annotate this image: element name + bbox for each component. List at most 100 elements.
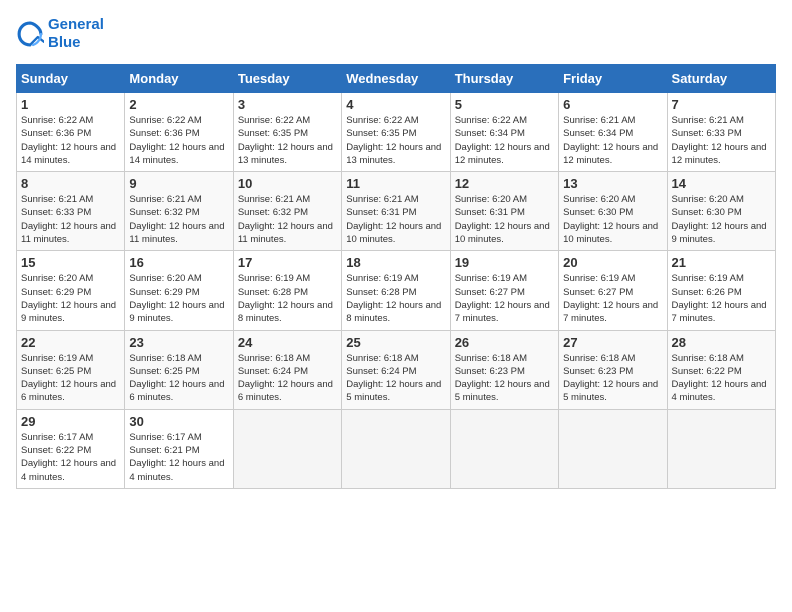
day-info: Sunrise: 6:20 AMSunset: 6:31 PMDaylight:… <box>455 194 550 245</box>
day-info: Sunrise: 6:22 AMSunset: 6:35 PMDaylight:… <box>238 115 333 166</box>
weekday-header-thursday: Thursday <box>450 65 558 93</box>
day-info: Sunrise: 6:22 AMSunset: 6:35 PMDaylight:… <box>346 115 441 166</box>
calendar-cell <box>233 409 341 488</box>
calendar-cell: 17 Sunrise: 6:19 AMSunset: 6:28 PMDaylig… <box>233 251 341 330</box>
weekday-header-row: SundayMondayTuesdayWednesdayThursdayFrid… <box>17 65 776 93</box>
day-number: 13 <box>563 176 662 191</box>
calendar-cell: 20 Sunrise: 6:19 AMSunset: 6:27 PMDaylig… <box>559 251 667 330</box>
day-info: Sunrise: 6:21 AMSunset: 6:32 PMDaylight:… <box>129 194 224 245</box>
logo-text: General Blue <box>48 16 104 52</box>
calendar-cell: 30 Sunrise: 6:17 AMSunset: 6:21 PMDaylig… <box>125 409 233 488</box>
day-info: Sunrise: 6:17 AMSunset: 6:21 PMDaylight:… <box>129 432 224 483</box>
day-info: Sunrise: 6:20 AMSunset: 6:29 PMDaylight:… <box>129 273 224 324</box>
day-info: Sunrise: 6:21 AMSunset: 6:31 PMDaylight:… <box>346 194 441 245</box>
header: General Blue <box>16 16 776 52</box>
day-number: 24 <box>238 335 337 350</box>
day-info: Sunrise: 6:19 AMSunset: 6:25 PMDaylight:… <box>21 353 116 404</box>
day-info: Sunrise: 6:21 AMSunset: 6:34 PMDaylight:… <box>563 115 658 166</box>
day-number: 3 <box>238 97 337 112</box>
day-info: Sunrise: 6:21 AMSunset: 6:33 PMDaylight:… <box>672 115 767 166</box>
day-info: Sunrise: 6:19 AMSunset: 6:27 PMDaylight:… <box>563 273 658 324</box>
day-number: 20 <box>563 255 662 270</box>
logo: General Blue <box>16 16 104 52</box>
calendar-cell: 29 Sunrise: 6:17 AMSunset: 6:22 PMDaylig… <box>17 409 125 488</box>
day-number: 8 <box>21 176 120 191</box>
day-info: Sunrise: 6:18 AMSunset: 6:22 PMDaylight:… <box>672 353 767 404</box>
day-info: Sunrise: 6:19 AMSunset: 6:28 PMDaylight:… <box>346 273 441 324</box>
calendar-container: General Blue SundayMondayTuesdayWednesda… <box>0 0 792 497</box>
weekday-header-tuesday: Tuesday <box>233 65 341 93</box>
weekday-header-sunday: Sunday <box>17 65 125 93</box>
day-info: Sunrise: 6:18 AMSunset: 6:25 PMDaylight:… <box>129 353 224 404</box>
week-row-3: 15 Sunrise: 6:20 AMSunset: 6:29 PMDaylig… <box>17 251 776 330</box>
day-number: 11 <box>346 176 445 191</box>
logo-icon <box>16 20 44 48</box>
calendar-cell: 6 Sunrise: 6:21 AMSunset: 6:34 PMDayligh… <box>559 93 667 172</box>
day-number: 21 <box>672 255 771 270</box>
calendar-cell: 11 Sunrise: 6:21 AMSunset: 6:31 PMDaylig… <box>342 172 450 251</box>
calendar-cell <box>450 409 558 488</box>
calendar-cell: 15 Sunrise: 6:20 AMSunset: 6:29 PMDaylig… <box>17 251 125 330</box>
calendar-cell: 7 Sunrise: 6:21 AMSunset: 6:33 PMDayligh… <box>667 93 775 172</box>
calendar-cell: 26 Sunrise: 6:18 AMSunset: 6:23 PMDaylig… <box>450 330 558 409</box>
day-info: Sunrise: 6:17 AMSunset: 6:22 PMDaylight:… <box>21 432 116 483</box>
day-number: 19 <box>455 255 554 270</box>
week-row-2: 8 Sunrise: 6:21 AMSunset: 6:33 PMDayligh… <box>17 172 776 251</box>
day-info: Sunrise: 6:20 AMSunset: 6:29 PMDaylight:… <box>21 273 116 324</box>
day-number: 18 <box>346 255 445 270</box>
day-info: Sunrise: 6:21 AMSunset: 6:33 PMDaylight:… <box>21 194 116 245</box>
calendar-cell: 18 Sunrise: 6:19 AMSunset: 6:28 PMDaylig… <box>342 251 450 330</box>
day-info: Sunrise: 6:19 AMSunset: 6:26 PMDaylight:… <box>672 273 767 324</box>
calendar-cell: 24 Sunrise: 6:18 AMSunset: 6:24 PMDaylig… <box>233 330 341 409</box>
calendar-cell: 21 Sunrise: 6:19 AMSunset: 6:26 PMDaylig… <box>667 251 775 330</box>
week-row-4: 22 Sunrise: 6:19 AMSunset: 6:25 PMDaylig… <box>17 330 776 409</box>
weekday-header-friday: Friday <box>559 65 667 93</box>
calendar-cell: 8 Sunrise: 6:21 AMSunset: 6:33 PMDayligh… <box>17 172 125 251</box>
day-info: Sunrise: 6:19 AMSunset: 6:27 PMDaylight:… <box>455 273 550 324</box>
day-number: 9 <box>129 176 228 191</box>
calendar-cell: 14 Sunrise: 6:20 AMSunset: 6:30 PMDaylig… <box>667 172 775 251</box>
calendar-cell: 22 Sunrise: 6:19 AMSunset: 6:25 PMDaylig… <box>17 330 125 409</box>
day-number: 26 <box>455 335 554 350</box>
day-number: 10 <box>238 176 337 191</box>
day-number: 7 <box>672 97 771 112</box>
weekday-header-saturday: Saturday <box>667 65 775 93</box>
week-row-1: 1 Sunrise: 6:22 AMSunset: 6:36 PMDayligh… <box>17 93 776 172</box>
day-number: 30 <box>129 414 228 429</box>
day-info: Sunrise: 6:22 AMSunset: 6:36 PMDaylight:… <box>21 115 116 166</box>
day-info: Sunrise: 6:22 AMSunset: 6:34 PMDaylight:… <box>455 115 550 166</box>
day-number: 16 <box>129 255 228 270</box>
day-number: 6 <box>563 97 662 112</box>
day-number: 12 <box>455 176 554 191</box>
calendar-cell: 16 Sunrise: 6:20 AMSunset: 6:29 PMDaylig… <box>125 251 233 330</box>
day-number: 28 <box>672 335 771 350</box>
calendar-cell: 5 Sunrise: 6:22 AMSunset: 6:34 PMDayligh… <box>450 93 558 172</box>
calendar-cell: 12 Sunrise: 6:20 AMSunset: 6:31 PMDaylig… <box>450 172 558 251</box>
calendar-cell <box>559 409 667 488</box>
day-info: Sunrise: 6:18 AMSunset: 6:24 PMDaylight:… <box>346 353 441 404</box>
calendar-cell <box>667 409 775 488</box>
day-number: 1 <box>21 97 120 112</box>
calendar-cell: 2 Sunrise: 6:22 AMSunset: 6:36 PMDayligh… <box>125 93 233 172</box>
calendar-cell: 4 Sunrise: 6:22 AMSunset: 6:35 PMDayligh… <box>342 93 450 172</box>
day-number: 15 <box>21 255 120 270</box>
weekday-header-monday: Monday <box>125 65 233 93</box>
weekday-header-wednesday: Wednesday <box>342 65 450 93</box>
calendar-cell: 25 Sunrise: 6:18 AMSunset: 6:24 PMDaylig… <box>342 330 450 409</box>
day-number: 14 <box>672 176 771 191</box>
week-row-5: 29 Sunrise: 6:17 AMSunset: 6:22 PMDaylig… <box>17 409 776 488</box>
calendar-cell: 27 Sunrise: 6:18 AMSunset: 6:23 PMDaylig… <box>559 330 667 409</box>
calendar-cell: 10 Sunrise: 6:21 AMSunset: 6:32 PMDaylig… <box>233 172 341 251</box>
calendar-cell: 13 Sunrise: 6:20 AMSunset: 6:30 PMDaylig… <box>559 172 667 251</box>
day-number: 25 <box>346 335 445 350</box>
day-info: Sunrise: 6:18 AMSunset: 6:24 PMDaylight:… <box>238 353 333 404</box>
day-number: 17 <box>238 255 337 270</box>
calendar-cell: 28 Sunrise: 6:18 AMSunset: 6:22 PMDaylig… <box>667 330 775 409</box>
day-info: Sunrise: 6:19 AMSunset: 6:28 PMDaylight:… <box>238 273 333 324</box>
calendar-table: SundayMondayTuesdayWednesdayThursdayFrid… <box>16 64 776 489</box>
day-info: Sunrise: 6:21 AMSunset: 6:32 PMDaylight:… <box>238 194 333 245</box>
day-number: 23 <box>129 335 228 350</box>
day-number: 22 <box>21 335 120 350</box>
day-number: 29 <box>21 414 120 429</box>
day-number: 2 <box>129 97 228 112</box>
